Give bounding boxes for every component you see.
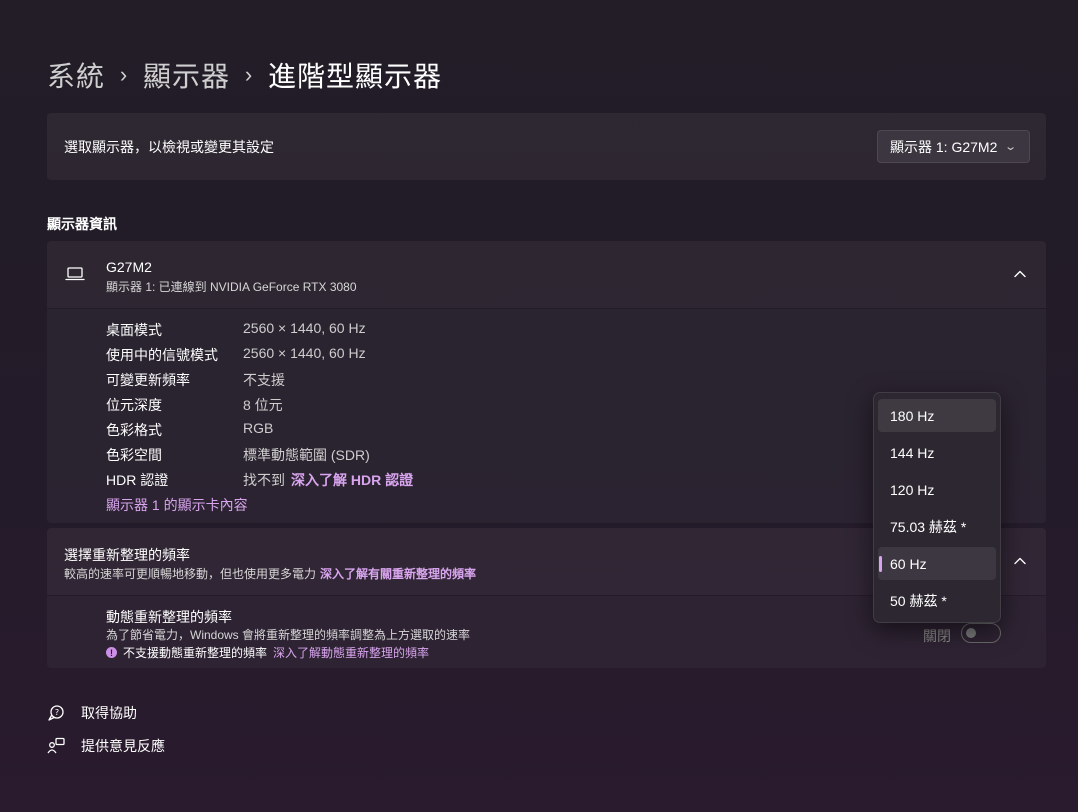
property-key: 位元深度 <box>106 397 162 413</box>
refresh-rate-description: 較高的速率可更順暢地移動，但也使用更多電力 深入了解有關重新整理的頻率 <box>64 565 476 582</box>
get-help-label: 取得協助 <box>81 705 137 721</box>
display-select-value: 顯示器 1: G27M2 <box>890 138 998 155</box>
property-key: HDR 認證 <box>106 472 169 488</box>
refresh-option[interactable]: 144 Hz <box>878 436 996 469</box>
display-select-label: 選取顯示器，以檢視或變更其設定 <box>64 138 274 155</box>
refresh-option-label: 50 赫茲 * <box>890 592 947 609</box>
feedback-icon <box>47 737 65 754</box>
refresh-option-label: 60 Hz <box>890 555 927 572</box>
refresh-rate-title: 選擇重新整理的頻率 <box>64 547 190 563</box>
refresh-option-label: 180 Hz <box>890 407 935 424</box>
breadcrumb-system[interactable]: 系統 <box>47 55 105 95</box>
display-adapter-properties-link[interactable]: 顯示器 1 的顯示卡內容 <box>106 495 248 515</box>
display-info-header[interactable]: G27M2 顯示器 1: 已連線到 NVIDIA GeForce RTX 308… <box>47 241 1046 308</box>
refresh-option[interactable]: 180 Hz <box>878 399 996 432</box>
property-value: 標準動態範圍 (SDR) <box>243 447 370 463</box>
refresh-option[interactable]: 50 赫茲 * <box>878 584 996 617</box>
property-key: 色彩格式 <box>106 422 162 438</box>
chevron-up-icon[interactable] <box>1012 553 1028 569</box>
property-value: 2560 × 1440, 60 Hz <box>243 345 366 361</box>
selection-indicator <box>879 556 882 572</box>
property-value: 找不到 深入了解 HDR 認證 <box>243 470 413 490</box>
breadcrumb-separator: › <box>244 62 254 87</box>
display-select-card: 選取顯示器，以檢視或變更其設定 顯示器 1: G27M2 ⌄ <box>47 113 1046 180</box>
give-feedback-link[interactable]: 提供意見反應 <box>47 736 165 756</box>
property-value: 2560 × 1440, 60 Hz <box>243 320 366 336</box>
page-title: 進階型顯示器 <box>268 61 443 92</box>
refresh-option-label: 120 Hz <box>890 481 935 498</box>
display-info-section-title: 顯示器資訊 <box>47 216 117 232</box>
breadcrumb-separator: › <box>119 62 129 87</box>
hdr-certification-link[interactable]: 深入了解 HDR 認證 <box>291 472 413 488</box>
help-chat-icon: ? <box>48 705 64 721</box>
property-key: 使用中的信號模式 <box>106 347 218 363</box>
dynamic-refresh-learn-more-link[interactable]: 深入了解動態重新整理的頻率 <box>273 644 429 661</box>
refresh-option-label: 144 Hz <box>890 444 935 461</box>
toggle-state-label: 關閉 <box>923 628 951 644</box>
laptop-icon <box>65 267 85 281</box>
property-key: 色彩空間 <box>106 447 162 463</box>
monitor-name: G27M2 <box>106 259 152 275</box>
dynamic-refresh-title: 動態重新整理的頻率 <box>106 609 232 625</box>
chevron-up-icon[interactable] <box>1012 266 1028 282</box>
refresh-option[interactable]: 75.03 赫茲 * <box>878 510 996 543</box>
refresh-rate-description-text: 較高的速率可更順暢地移動，但也使用更多電力 <box>64 567 317 581</box>
refresh-option-selected[interactable]: 60 Hz <box>878 547 996 580</box>
dynamic-refresh-warning: ! 不支援動態重新整理的頻率 深入了解動態重新整理的頻率 <box>106 644 429 661</box>
dynamic-refresh-description: 為了節省電力，Windows 會將重新整理的頻率調整為上方選取的速率 <box>106 628 471 642</box>
breadcrumb: 系統 › 顯示器 › 進階型顯示器 <box>47 55 442 95</box>
dynamic-refresh-toggle[interactable] <box>961 623 1001 643</box>
get-help-link[interactable]: ? 取得協助 <box>47 703 137 723</box>
hdr-status: 找不到 <box>243 472 285 488</box>
svg-text:?: ? <box>55 708 59 717</box>
refresh-rate-learn-more-link[interactable]: 深入了解有關重新整理的頻率 <box>320 567 476 581</box>
property-value: 8 位元 <box>243 397 283 413</box>
monitor-connection: 顯示器 1: 已連線到 NVIDIA GeForce RTX 3080 <box>106 280 357 294</box>
property-key: 桌面模式 <box>106 322 162 338</box>
property-value: 不支援 <box>243 372 285 388</box>
property-value: RGB <box>243 420 274 436</box>
info-icon: ! <box>106 647 117 658</box>
breadcrumb-display[interactable]: 顯示器 <box>143 55 230 95</box>
refresh-option-label: 75.03 赫茲 * <box>890 518 967 535</box>
refresh-rate-dropdown: 180 Hz 144 Hz 120 Hz 75.03 赫茲 * 60 Hz 50… <box>873 392 1001 623</box>
give-feedback-label: 提供意見反應 <box>81 738 165 754</box>
property-key: 可變更新頻率 <box>106 372 190 388</box>
refresh-option[interactable]: 120 Hz <box>878 473 996 506</box>
toggle-knob <box>966 628 976 638</box>
dynamic-refresh-warning-text: 不支援動態重新整理的頻率 <box>123 646 268 660</box>
chevron-down-icon: ⌄ <box>1003 141 1017 153</box>
display-select-combobox[interactable]: 顯示器 1: G27M2 ⌄ <box>877 130 1030 163</box>
